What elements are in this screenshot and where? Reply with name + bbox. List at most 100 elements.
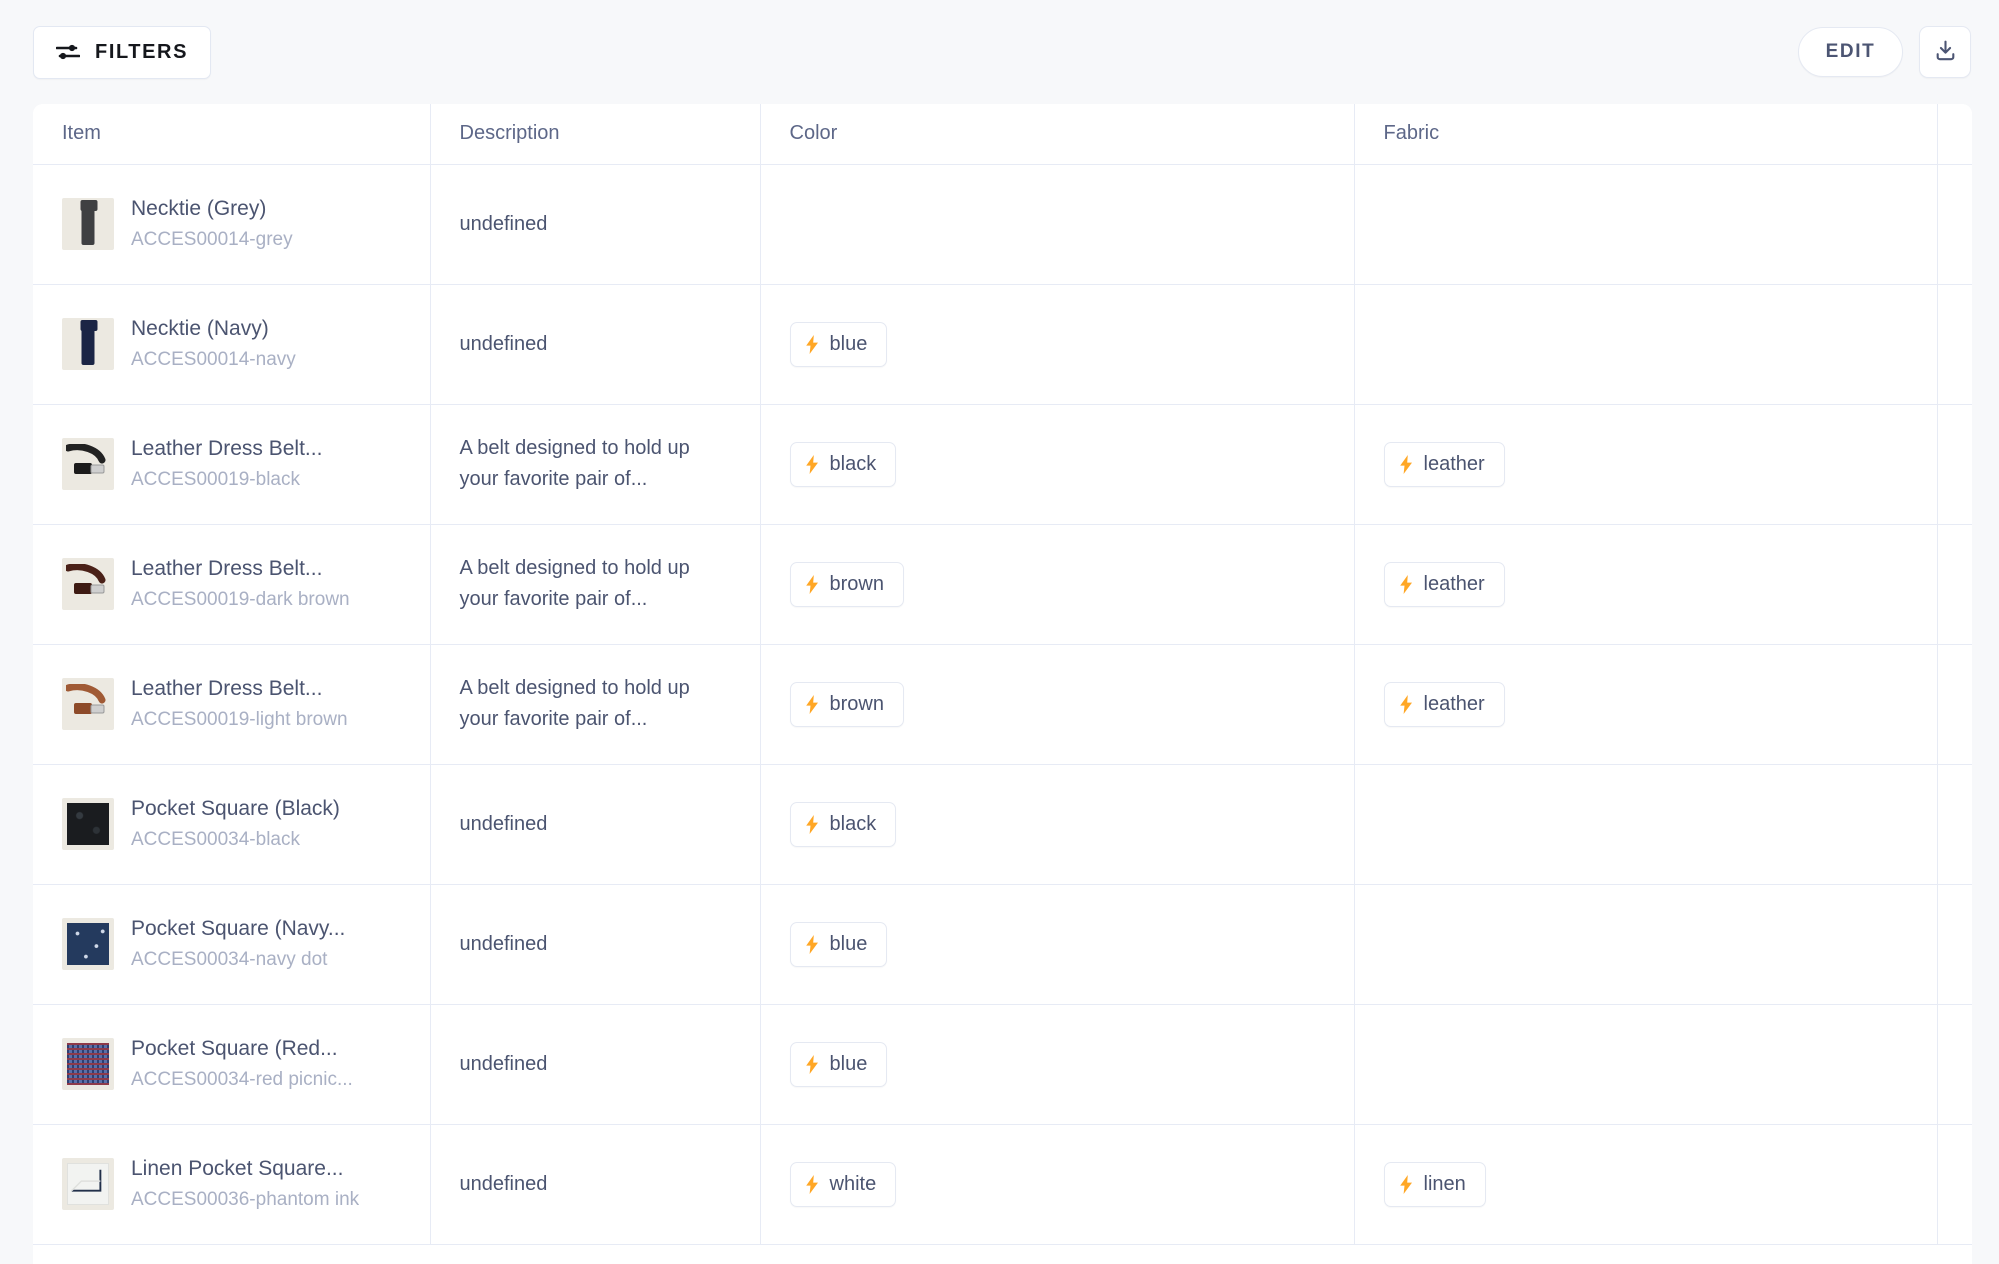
cell-color: blue — [760, 1004, 1355, 1125]
cell-color: white — [760, 1124, 1355, 1245]
table-row[interactable]: Leather Dress Belt... ACCES00019-light b… — [33, 644, 1972, 765]
item-cell: Necktie (Navy) ACCES00014-navy — [62, 315, 430, 374]
item-cell: Leather Dress Belt... ACCES00019-dark br… — [62, 555, 430, 614]
item-text: Leather Dress Belt... ACCES00019-dark br… — [131, 555, 350, 614]
table-row[interactable]: Pocket Square (Red... ACCES00034-red pic… — [33, 1004, 1972, 1125]
fabric-tag-label: linen — [1423, 1172, 1466, 1195]
table-row[interactable]: Leather Dress Belt... ACCES00019-black A… — [33, 404, 1972, 525]
edit-button[interactable]: EDIT — [1798, 27, 1903, 77]
item-name[interactable]: Pocket Square (Black) — [131, 795, 340, 823]
item-thumbnail-belt-light-brown — [62, 677, 114, 730]
color-tag[interactable]: blue — [789, 1041, 888, 1087]
table-row[interactable]: Necktie (Navy) ACCES00014-navy undefined… — [33, 284, 1972, 405]
item-name[interactable]: Linen Pocket Square... — [131, 1155, 359, 1183]
color-tag[interactable]: blue — [789, 321, 888, 367]
lightning-bolt-icon — [805, 694, 820, 714]
cell-description: A belt designed to hold up your favorite… — [430, 404, 761, 525]
cell-extra — [1937, 404, 1972, 525]
color-tag[interactable]: brown — [789, 561, 904, 607]
item-cell: Pocket Square (Navy... ACCES00034-navy d… — [62, 915, 430, 974]
table-body: Necktie (Grey) ACCES00014-grey undefined… — [33, 164, 1972, 1245]
lightning-bolt-icon — [1399, 694, 1414, 714]
cell-extra — [1937, 284, 1972, 405]
color-tag[interactable]: black — [789, 801, 897, 847]
cell-extra — [1937, 884, 1972, 1005]
item-cell: Leather Dress Belt... ACCES00019-black — [62, 435, 430, 494]
column-header-description[interactable]: Description — [430, 104, 761, 165]
table-row[interactable]: Linen Pocket Square... ACCES00036-phanto… — [33, 1124, 1972, 1245]
item-name[interactable]: Leather Dress Belt... — [131, 675, 348, 703]
color-tag-label: black — [829, 812, 877, 835]
item-sku: ACCES00014-grey — [131, 228, 293, 250]
item-thumbnail-pocket-square-red-picnic — [62, 1037, 114, 1090]
item-name[interactable]: Leather Dress Belt... — [131, 555, 350, 583]
fabric-tag-label: leather — [1423, 572, 1485, 595]
color-tag-label: blue — [829, 1052, 868, 1075]
column-header-color[interactable]: Color — [760, 104, 1355, 165]
description-text: undefined — [459, 1052, 548, 1075]
cell-fabric — [1354, 1004, 1938, 1125]
item-sku: ACCES00034-black — [131, 828, 300, 850]
item-name[interactable]: Pocket Square (Red... — [131, 1035, 353, 1063]
lightning-bolt-icon — [805, 814, 820, 834]
cell-fabric — [1354, 164, 1938, 285]
cell-color: blue — [760, 284, 1355, 405]
cell-color: black — [760, 764, 1355, 885]
item-sku: ACCES00014-navy — [131, 348, 296, 370]
cell-fabric — [1354, 764, 1938, 885]
item-cell: Linen Pocket Square... ACCES00036-phanto… — [62, 1155, 430, 1214]
cell-item: Pocket Square (Black) ACCES00034-black — [33, 764, 431, 885]
item-name[interactable]: Pocket Square (Navy... — [131, 915, 345, 943]
item-cell: Leather Dress Belt... ACCES00019-light b… — [62, 675, 430, 734]
cell-description: undefined — [430, 1124, 761, 1245]
description-text: A belt designed to hold up your favorite… — [459, 557, 690, 610]
table-row[interactable]: Leather Dress Belt... ACCES00019-dark br… — [33, 524, 1972, 645]
item-name[interactable]: Leather Dress Belt... — [131, 435, 322, 463]
description-text: undefined — [459, 812, 548, 835]
color-tag[interactable]: white — [789, 1161, 897, 1207]
cell-description: undefined — [430, 1004, 761, 1125]
color-tag[interactable]: brown — [789, 681, 904, 727]
table-row[interactable]: Pocket Square (Black) ACCES00034-black u… — [33, 764, 1972, 885]
cell-item: Leather Dress Belt... ACCES00019-light b… — [33, 644, 431, 765]
cell-item: Leather Dress Belt... ACCES00019-dark br… — [33, 524, 431, 645]
fabric-tag[interactable]: leather — [1383, 681, 1505, 727]
item-thumbnail-pocket-square-navy-dot — [62, 917, 114, 970]
item-name[interactable]: Necktie (Grey) — [131, 195, 293, 223]
cell-color: brown — [760, 644, 1355, 765]
filters-button[interactable]: FILTERS — [33, 25, 212, 79]
table-row[interactable]: Pocket Square (Navy... ACCES00034-navy d… — [33, 884, 1972, 1005]
color-tag[interactable]: black — [789, 441, 897, 487]
description-text: A belt designed to hold up your favorite… — [459, 437, 690, 490]
item-text: Pocket Square (Black) ACCES00034-black — [131, 795, 340, 854]
column-header-extra[interactable] — [1937, 104, 1972, 165]
items-table: Item Description Color Fabric Necktie (G… — [33, 104, 1972, 1245]
lightning-bolt-icon — [1399, 1174, 1414, 1194]
column-header-item[interactable]: Item — [33, 104, 431, 165]
item-thumbnail-necktie-navy — [62, 317, 114, 370]
fabric-tag[interactable]: leather — [1383, 441, 1505, 487]
item-cell: Necktie (Grey) ACCES00014-grey — [62, 195, 430, 254]
table-row[interactable]: Necktie (Grey) ACCES00014-grey undefined — [33, 164, 1972, 285]
download-button[interactable] — [1919, 26, 1971, 78]
description-text: A belt designed to hold up your favorite… — [459, 677, 690, 730]
item-thumbnail-pocket-square-black — [62, 797, 114, 850]
cell-fabric: leather — [1354, 524, 1938, 645]
fabric-tag[interactable]: linen — [1383, 1161, 1486, 1207]
cell-extra — [1937, 1004, 1972, 1125]
toolbar: FILTERS EDIT — [0, 0, 1999, 104]
item-name[interactable]: Necktie (Navy) — [131, 315, 296, 343]
item-cell: Pocket Square (Black) ACCES00034-black — [62, 795, 430, 854]
item-text: Linen Pocket Square... ACCES00036-phanto… — [131, 1155, 359, 1214]
fabric-tag[interactable]: leather — [1383, 561, 1505, 607]
table-header: Item Description Color Fabric — [33, 104, 1972, 165]
lightning-bolt-icon — [1399, 574, 1414, 594]
item-text: Necktie (Navy) ACCES00014-navy — [131, 315, 296, 374]
color-tag[interactable]: blue — [789, 921, 888, 967]
item-text: Pocket Square (Red... ACCES00034-red pic… — [131, 1035, 353, 1094]
item-sku: ACCES00036-phantom ink — [131, 1188, 360, 1210]
column-header-fabric[interactable]: Fabric — [1354, 104, 1938, 165]
item-sku: ACCES00019-light brown — [131, 708, 348, 730]
color-tag-label: brown — [829, 572, 884, 595]
cell-item: Pocket Square (Navy... ACCES00034-navy d… — [33, 884, 431, 1005]
